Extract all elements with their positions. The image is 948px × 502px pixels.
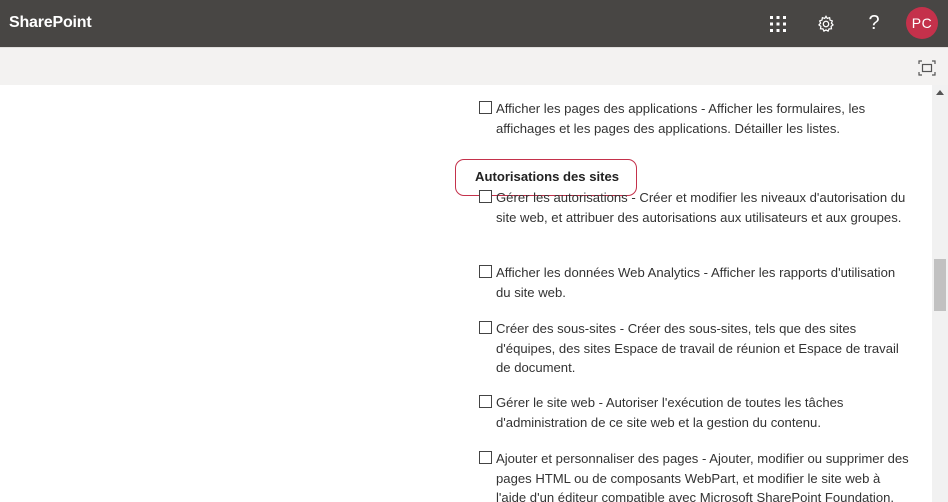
permission-item: Afficher les pages des applications - Af… bbox=[479, 99, 913, 138]
permission-checkbox[interactable] bbox=[479, 395, 492, 408]
scroll-up-arrow-icon[interactable] bbox=[936, 90, 944, 95]
permission-checkbox[interactable] bbox=[479, 451, 492, 464]
permission-checkbox[interactable] bbox=[479, 321, 492, 334]
permission-label: Gérer le site web - Autoriser l'exécutio… bbox=[496, 395, 844, 430]
permission-item: Afficher les données Web Analytics - Aff… bbox=[479, 263, 913, 302]
permission-item: Gérer le site web - Autoriser l'exécutio… bbox=[479, 393, 913, 432]
permission-label: Ajouter et personnaliser des pages - Ajo… bbox=[496, 451, 909, 502]
app-launcher-icon[interactable] bbox=[758, 0, 798, 47]
permission-label: Créer des sous-sites - Créer des sous-si… bbox=[496, 321, 899, 375]
permissions-content: Afficher les pages des applications - Af… bbox=[0, 85, 932, 502]
app-brand[interactable]: SharePoint bbox=[9, 14, 92, 32]
scrollbar-thumb[interactable] bbox=[934, 259, 946, 311]
help-icon[interactable]: ? bbox=[854, 0, 894, 47]
user-avatar[interactable]: PC bbox=[906, 7, 938, 39]
permission-label: Afficher les données Web Analytics - Aff… bbox=[496, 265, 896, 300]
focus-mode-icon[interactable] bbox=[918, 60, 936, 76]
permission-label: Gérer les autorisations - Créer et modif… bbox=[496, 190, 906, 225]
suite-bar: SharePoint ? PC bbox=[0, 0, 948, 47]
permission-item: Créer des sous-sites - Créer des sous-si… bbox=[479, 319, 913, 378]
permission-item: Ajouter et personnaliser des pages - Ajo… bbox=[479, 449, 913, 502]
permission-checkbox[interactable] bbox=[479, 265, 492, 278]
section-title: Autorisations des sites bbox=[475, 169, 620, 184]
settings-gear-icon[interactable] bbox=[806, 0, 846, 47]
command-bar bbox=[0, 47, 948, 85]
permission-checkbox[interactable] bbox=[479, 101, 492, 114]
permission-item: Gérer les autorisations - Créer et modif… bbox=[479, 188, 913, 227]
vertical-scrollbar[interactable] bbox=[932, 85, 948, 502]
permission-label: Afficher les pages des applications - Af… bbox=[496, 101, 866, 136]
permission-checkbox[interactable] bbox=[479, 190, 492, 203]
